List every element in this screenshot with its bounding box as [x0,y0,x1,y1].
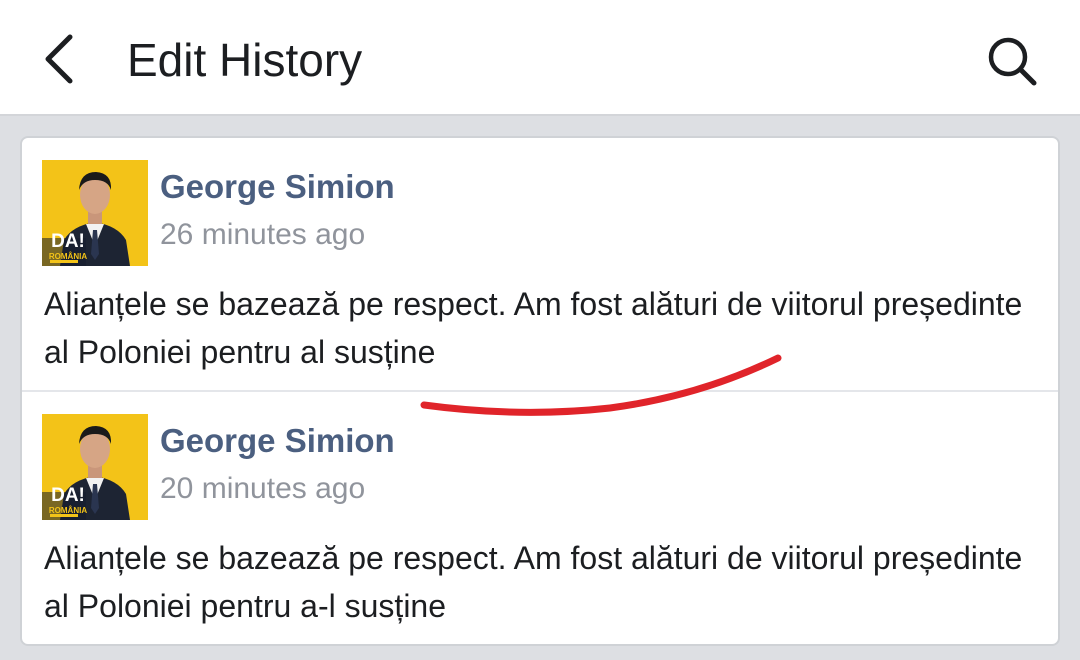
search-button[interactable] [980,30,1044,92]
author-name[interactable]: George Simion [160,168,395,206]
back-button[interactable] [30,28,90,90]
chevron-left-icon [45,34,73,84]
edit-history-card: DA! ROMÂNIA George Simion 26 minutes ago… [20,136,1060,646]
avatar-badge-text: DA! [51,231,85,252]
avatar[interactable]: DA! ROMÂNIA [42,160,148,266]
avatar-sub-text: ROMÂNIA [48,506,88,515]
page-title: Edit History [127,34,363,86]
author-name[interactable]: George Simion [160,422,395,460]
timestamp: 26 minutes ago [160,218,366,251]
post-text: Alianțele se bazează pe respect. Am fost… [44,540,1023,624]
avatar[interactable]: DA! ROMÂNIA [42,414,148,520]
avatar-badge-text: DA! [51,485,85,506]
timestamp: 20 minutes ago [160,472,366,505]
search-icon [988,37,1037,86]
avatar-sub-text: ROMÂNIA [48,252,88,261]
post-text: Alianțele se bazează pe respect. Am fost… [44,286,1023,370]
edit-history-entry: DA! ROMÂNIA George Simion 20 minutes ago… [22,392,1058,644]
top-bar: Edit History [0,0,1080,116]
edit-history-entry: DA! ROMÂNIA George Simion 26 minutes ago… [22,138,1058,392]
